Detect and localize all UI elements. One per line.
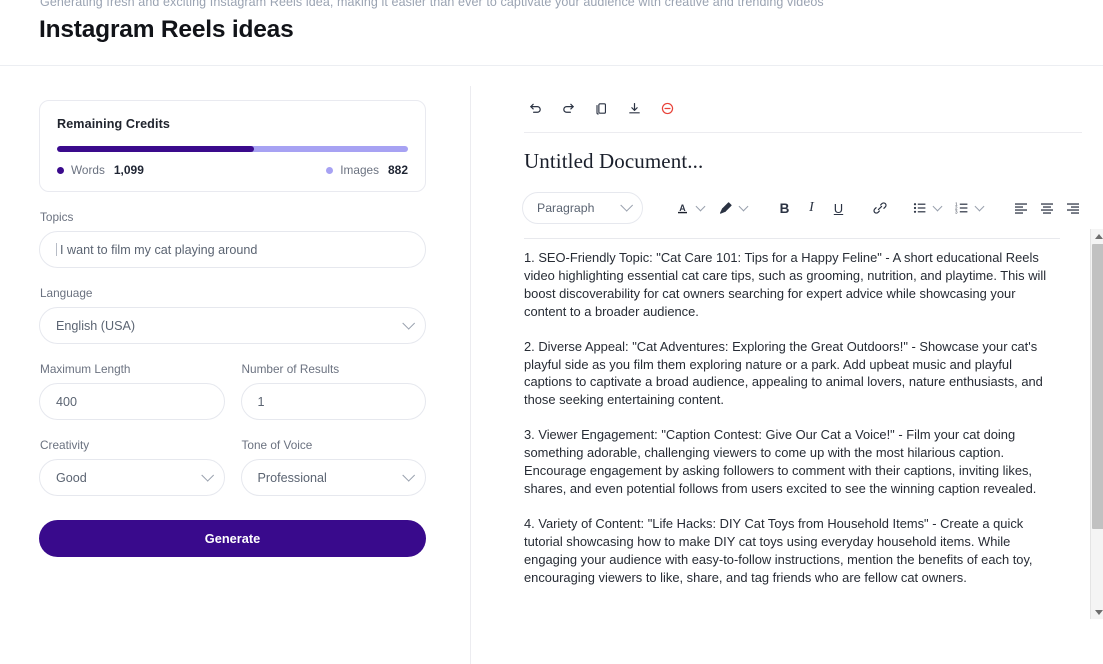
chevron-down-icon (620, 199, 633, 212)
creativity-value: Good (56, 471, 87, 485)
images-value: 882 (388, 163, 408, 177)
legend-words: Words 1,099 (57, 163, 144, 177)
svg-text:3: 3 (955, 210, 958, 215)
tone-label: Tone of Voice (242, 438, 427, 452)
creativity-select[interactable]: Good (39, 459, 225, 496)
download-icon[interactable] (621, 95, 647, 121)
editor-scrollbar[interactable] (1090, 229, 1103, 619)
tone-value: Professional (258, 471, 327, 485)
bold-button[interactable]: B (773, 195, 796, 221)
chevron-down-icon (402, 468, 415, 481)
text-cursor (56, 243, 57, 256)
editor-paragraph: 4. Variety of Content: "Life Hacks: DIY … (524, 515, 1050, 587)
redo-icon[interactable] (555, 95, 581, 121)
max-length-input[interactable]: 400 (39, 383, 225, 420)
editor-paragraph: 2. Diverse Appeal: "Cat Adventures: Expl… (524, 338, 1050, 410)
link-icon[interactable] (872, 195, 888, 221)
app-page: Generating fresh and exciting Instagram … (0, 0, 1103, 664)
editor-paragraph: 3. Viewer Engagement: "Caption Contest: … (524, 426, 1050, 498)
format-toolbar: Paragraph A (522, 191, 1084, 225)
words-label: Words (71, 163, 105, 177)
topics-value: I want to film my cat playing around (60, 243, 257, 257)
num-results-input[interactable]: 1 (241, 383, 427, 420)
page-title: Instagram Reels ideas (39, 16, 294, 44)
words-dot-icon (57, 167, 64, 174)
generate-button[interactable]: Generate (39, 520, 426, 557)
words-value: 1,099 (114, 163, 144, 177)
editor-content[interactable]: 1. SEO-Friendly Topic: "Cat Care 101: Ti… (524, 249, 1054, 624)
page-subtitle: Generating fresh and exciting Instagram … (40, 0, 824, 9)
text-color-icon[interactable]: A (671, 195, 694, 221)
chevron-down-icon[interactable] (975, 202, 985, 212)
vertical-divider (470, 86, 471, 664)
images-dot-icon (326, 167, 333, 174)
paragraph-style-value: Paragraph (537, 201, 594, 215)
language-value: English (USA) (56, 319, 135, 333)
align-right-icon[interactable] (1061, 195, 1084, 221)
scrollbar-thumb[interactable] (1092, 244, 1103, 529)
align-center-icon[interactable] (1035, 195, 1058, 221)
paragraph-style-select[interactable]: Paragraph (522, 192, 643, 224)
svg-text:A: A (679, 202, 686, 212)
text-style-group: B I U (773, 195, 850, 221)
max-length-value: 400 (56, 395, 77, 409)
chevron-down-icon (402, 316, 415, 329)
language-select[interactable]: English (USA) (39, 307, 426, 344)
creativity-tone-row: Creativity Good Tone of Voice Profession… (39, 420, 426, 496)
topics-label: Topics (40, 210, 426, 224)
bullet-list-icon[interactable] (908, 195, 931, 221)
max-length-label: Maximum Length (40, 362, 225, 376)
editor-area: 1. SEO-Friendly Topic: "Cat Care 101: Ti… (524, 239, 1082, 624)
page-header: Generating fresh and exciting Instagram … (0, 0, 1103, 66)
settings-panel: Remaining Credits Words 1,099 Images 882… (39, 100, 426, 557)
highlight-icon[interactable] (714, 195, 737, 221)
align-group (1009, 195, 1084, 221)
num-results-value: 1 (258, 395, 265, 409)
clear-icon[interactable] (654, 95, 680, 121)
color-group: A (671, 195, 751, 221)
legend-images: Images 882 (326, 163, 408, 177)
editor-panel: Untitled Document... Paragraph A (500, 92, 1103, 624)
creativity-label: Creativity (40, 438, 225, 452)
scroll-up-icon[interactable] (1091, 229, 1103, 243)
language-label: Language (40, 286, 426, 300)
italic-button[interactable]: I (800, 195, 823, 221)
images-label: Images (340, 163, 379, 177)
credits-title: Remaining Credits (57, 117, 408, 131)
credits-progress-fill (57, 146, 254, 152)
toolbar-divider (524, 132, 1082, 133)
document-toolbar (500, 92, 1103, 124)
list-group: 1 2 3 (908, 195, 987, 221)
undo-icon[interactable] (522, 95, 548, 121)
editor-paragraph: 1. SEO-Friendly Topic: "Cat Care 101: Ti… (524, 249, 1050, 321)
tone-select[interactable]: Professional (241, 459, 427, 496)
chevron-down-icon[interactable] (739, 202, 749, 212)
underline-button[interactable]: U (827, 195, 850, 221)
copy-icon[interactable] (588, 95, 614, 121)
credits-legend: Words 1,099 Images 882 (57, 163, 408, 177)
num-results-label: Number of Results (242, 362, 427, 376)
document-title[interactable]: Untitled Document... (524, 149, 1103, 174)
chevron-down-icon[interactable] (696, 202, 706, 212)
chevron-down-icon[interactable] (933, 202, 943, 212)
length-results-row: Maximum Length 400 Number of Results 1 (39, 344, 426, 420)
header-divider (0, 65, 1103, 66)
scroll-down-icon[interactable] (1091, 605, 1103, 619)
remaining-credits-card: Remaining Credits Words 1,099 Images 882 (39, 100, 426, 192)
numbered-list-icon[interactable]: 1 2 3 (950, 195, 973, 221)
align-left-icon[interactable] (1009, 195, 1032, 221)
topics-input[interactable]: I want to film my cat playing around (39, 231, 426, 268)
credits-progress-bar (57, 146, 408, 152)
chevron-down-icon (201, 468, 214, 481)
